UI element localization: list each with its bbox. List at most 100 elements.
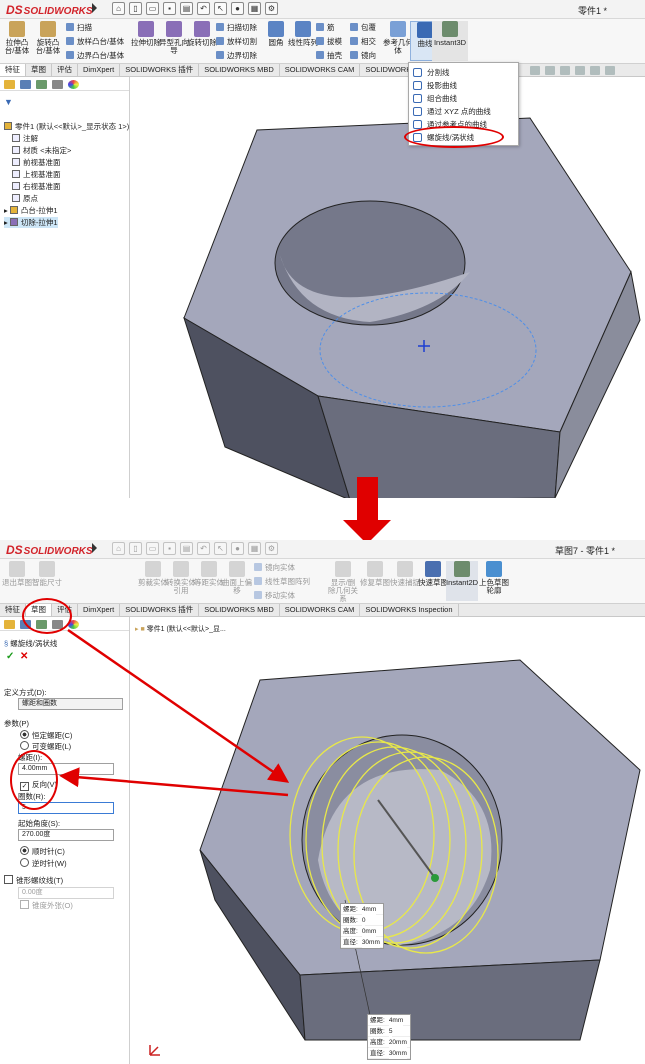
origin-icon	[12, 194, 20, 202]
menu-item-composite-curve[interactable]: 组合曲线	[413, 93, 457, 104]
intersect-button[interactable]: 相交	[350, 36, 376, 47]
hole-wizard-button[interactable]: 异型孔向导	[159, 21, 189, 55]
extrude-icon	[9, 206, 18, 214]
property-tab-icon[interactable]	[20, 80, 31, 89]
transition-arrow-shaft	[357, 477, 378, 521]
wrap-button[interactable]: 包覆	[350, 22, 376, 33]
linear-pattern-button[interactable]: 线性阵列	[288, 21, 318, 47]
tab-mbd[interactable]: SOLIDWORKS MBD	[199, 64, 280, 76]
revolve-boss-button[interactable]: 旋转凸台/基体	[33, 21, 63, 55]
menu-item-split-line[interactable]: 分割线	[413, 67, 450, 78]
sweep-button[interactable]: 扫描	[66, 22, 92, 33]
revolve-cut-icon	[194, 21, 210, 37]
draft-button[interactable]: 拔模	[316, 36, 342, 47]
lofted-cut-button[interactable]: 放样切割	[216, 36, 257, 47]
tree-item-right-plane[interactable]: 右视基准面	[12, 181, 61, 192]
tree-item-cut-extrude[interactable]: ▸ 切除-拉伸1	[4, 217, 58, 228]
fillet-icon	[268, 21, 284, 37]
curves-icon	[417, 22, 433, 38]
loft-button[interactable]: 放样凸台/基体	[66, 36, 124, 47]
shell-button[interactable]: 抽壳	[316, 50, 342, 61]
tree-item-annotations[interactable]: 注解	[12, 133, 38, 144]
annotation-arrow-to-helix	[67, 628, 290, 783]
open-folder-icon[interactable]: ▭	[146, 2, 159, 15]
extrude-cut-button[interactable]: 拉伸切除	[131, 21, 161, 47]
new-file-icon[interactable]: ▯	[129, 2, 142, 15]
feature-ribbon: 拉伸凸台/基体 旋转凸台/基体 扫描 放样凸台/基体 边界凸台/基体 拉伸切除 …	[0, 19, 645, 64]
save-icon[interactable]: ▪	[163, 2, 176, 15]
display-tab-icon[interactable]	[68, 80, 79, 89]
tab-sketch[interactable]: 草图	[26, 64, 52, 76]
plane-icon	[12, 170, 20, 178]
tree-item-material[interactable]: 材质 <未指定>	[12, 145, 71, 156]
undo-icon[interactable]: ↶	[197, 2, 210, 15]
tab-dimxpert[interactable]: DimXpert	[78, 64, 121, 76]
boundary-cut-button[interactable]: 边界切除	[216, 50, 257, 61]
tree-item-origin[interactable]: 原点	[12, 193, 38, 204]
tab-features[interactable]: 特征	[0, 64, 26, 76]
mirror-button[interactable]: 镜向	[350, 50, 376, 61]
file-properties-icon[interactable]: ▦	[248, 2, 261, 15]
linear-pattern-icon	[295, 21, 311, 37]
document-title: 零件1 *	[578, 6, 608, 16]
tree-item-boss-extrude[interactable]: ▸ 凸台-拉伸1	[4, 205, 58, 216]
display-style-icon[interactable]	[560, 66, 570, 75]
panel-tabs	[0, 77, 129, 91]
split-line-icon	[413, 68, 422, 77]
rib-button[interactable]: 筋	[316, 22, 335, 33]
hide-show-icon[interactable]	[575, 66, 585, 75]
zoom-icon[interactable]	[530, 66, 540, 75]
scene-icon[interactable]	[605, 66, 615, 75]
xyz-curve-icon	[413, 107, 422, 116]
reference-geometry-icon	[390, 21, 406, 37]
appearance-icon[interactable]	[590, 66, 600, 75]
plane-icon	[12, 158, 20, 166]
reference-geometry-button[interactable]: 参考几何体	[383, 21, 413, 55]
instant3d-button[interactable]: Instant3D	[432, 21, 468, 61]
menu-item-projected-curve[interactable]: 投影曲线	[413, 80, 457, 91]
quick-access-toolbar: ⌂ ▯ ▭ ▪ ▤ ↶ ↖ ● ▦ ⚙	[112, 2, 278, 15]
graphics-area-before[interactable]	[131, 78, 645, 498]
swept-cut-button[interactable]: 扫描切除	[216, 22, 257, 33]
filter-icon[interactable]: ▼	[4, 97, 13, 107]
select-arrow-icon[interactable]: ↖	[214, 2, 227, 15]
boundary-boss-button[interactable]: 边界凸台/基体	[66, 50, 124, 61]
menu-bar: DSSOLIDWORKS ⌂ ▯ ▭ ▪ ▤ ↶ ↖ ● ▦ ⚙ 零件1 *	[0, 0, 645, 19]
extrude-cut-icon	[138, 21, 154, 37]
tab-cam[interactable]: SOLIDWORKS CAM	[280, 64, 361, 76]
tree-item-top-plane[interactable]: 上视基准面	[12, 169, 61, 180]
fillet-button[interactable]: 圆角	[261, 21, 291, 47]
extrude-boss-button[interactable]: 拉伸凸台/基体	[2, 21, 32, 55]
annotation-arrow-to-panel	[59, 767, 289, 797]
revolve-cut-button[interactable]: 旋转切除	[187, 21, 217, 47]
print-icon[interactable]: ▤	[180, 2, 193, 15]
extrude-boss-icon	[9, 21, 25, 37]
tab-evaluate[interactable]: 评估	[52, 64, 78, 76]
annotation-icon	[12, 134, 20, 142]
annotation-ellipse-helix-menu	[404, 126, 504, 148]
rebuild-icon[interactable]: ●	[231, 2, 244, 15]
annotation-arrows	[59, 628, 290, 797]
view-orientation-icon[interactable]	[545, 66, 555, 75]
tab-addins[interactable]: SOLIDWORKS 插件	[120, 64, 200, 76]
feature-manager-panel: ▼ 零件1 (默认<<默认>_显示状态 1>) 注解 材质 <未指定> 前视基准…	[0, 77, 130, 498]
dimxpert-tab-icon[interactable]	[52, 80, 63, 89]
projected-curve-icon	[413, 81, 422, 90]
tree-item-front-plane[interactable]: 前视基准面	[12, 157, 61, 168]
plane-icon	[12, 182, 20, 190]
options-gear-icon[interactable]: ⚙	[265, 2, 278, 15]
revolve-boss-icon	[40, 21, 56, 37]
config-tab-icon[interactable]	[36, 80, 47, 89]
composite-curve-icon	[413, 94, 422, 103]
feature-tree-tab-icon[interactable]	[4, 80, 15, 89]
part-icon	[4, 122, 12, 130]
tree-root[interactable]: 零件1 (默认<<默认>_显示状态 1>)	[4, 121, 129, 132]
menu-expand-icon[interactable]	[92, 3, 97, 13]
hole-wizard-icon	[166, 21, 182, 37]
screenshot-after: DSSOLIDWORKS ⌂ ▯ ▭ ▪ ▤ ↶ ↖ ● ▦ ⚙ 草图7 - 零…	[0, 540, 645, 1064]
solidworks-logo[interactable]: DSSOLIDWORKS	[6, 3, 93, 17]
material-icon	[12, 146, 20, 154]
home-icon[interactable]: ⌂	[112, 2, 125, 15]
menu-item-xyz-curve[interactable]: 通过 XYZ 点的曲线	[413, 106, 491, 117]
cut-icon	[9, 218, 18, 226]
